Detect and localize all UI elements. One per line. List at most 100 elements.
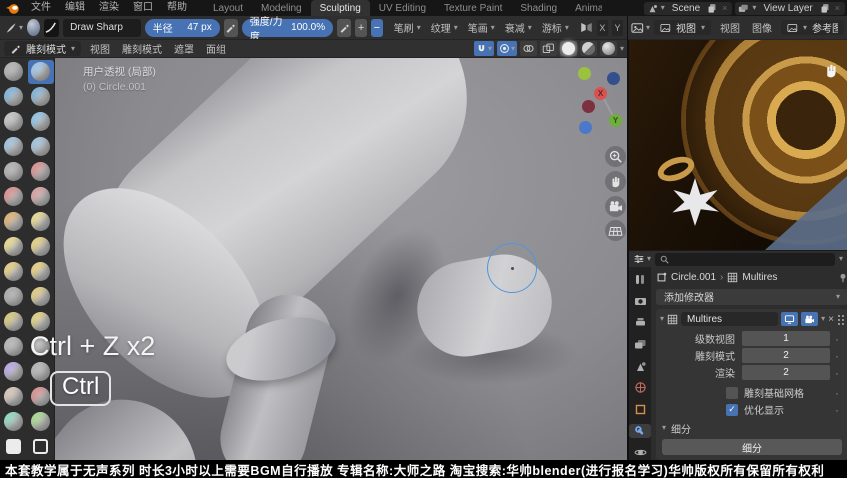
view-layer-selector[interactable]: ▾ View Layer × <box>735 2 845 15</box>
gizmo-axis-ball[interactable] <box>579 121 592 134</box>
breadcrumb-object[interactable]: Circle.001 <box>671 272 716 283</box>
brush-icon[interactable] <box>1 285 27 309</box>
tool-settings-menu[interactable]: 纹理▾ <box>426 20 463 35</box>
view-layer-name[interactable]: View Layer <box>759 3 816 14</box>
overlays-toggle[interactable] <box>520 41 537 56</box>
tool-settings-menu[interactable]: 衰减▾ <box>500 20 537 35</box>
symmetry-x-button[interactable]: X <box>597 20 608 36</box>
mode-dropdown[interactable]: 雕刻模式 ▾ <box>4 41 81 56</box>
menubar-item[interactable]: 文件 <box>24 0 58 16</box>
image-editor-menu[interactable]: 视图 <box>715 20 745 35</box>
chevron-down-icon[interactable]: ▾ <box>620 45 624 53</box>
workspace-tab[interactable]: Texture Paint <box>435 0 511 16</box>
gizmo-axis-ball[interactable] <box>578 67 591 80</box>
tool-settings-menu[interactable]: 笔刷▾ <box>389 20 426 35</box>
proportional-edit-toggle[interactable]: ▾ <box>497 41 517 56</box>
scene-selector[interactable]: ▾ Scene × <box>644 2 733 15</box>
animate-dot-icon[interactable]: · <box>830 366 844 380</box>
tool-settings-menu[interactable]: 笔画▾ <box>463 20 500 35</box>
properties-tab-render[interactable] <box>629 294 651 309</box>
brush-name-field[interactable]: Draw Sharp <box>63 19 141 37</box>
brush-preview-icon[interactable] <box>44 19 60 37</box>
workspace-tab[interactable]: UV Editing <box>370 0 435 16</box>
brush-icon[interactable] <box>1 60 27 84</box>
new-scene-icon[interactable] <box>707 3 717 13</box>
viewport-menu[interactable]: 面组 <box>201 41 231 56</box>
show-in-render-toggle[interactable] <box>801 312 818 326</box>
delete-modifier-icon[interactable]: × <box>828 314 834 325</box>
perspective-toggle-button[interactable] <box>605 220 626 241</box>
workspace-tab[interactable]: Modeling <box>252 0 311 16</box>
brush-icon[interactable] <box>28 310 54 334</box>
image-datablock[interactable]: ▾ 参考图.jpg <box>781 20 844 35</box>
brush-icon[interactable] <box>1 85 27 109</box>
brush-icon[interactable] <box>28 285 54 309</box>
viewport-menu[interactable]: 雕刻模式 <box>117 41 167 56</box>
scene-name[interactable]: Scene <box>668 3 704 14</box>
brush-icon[interactable] <box>28 110 54 134</box>
chevron-down-icon[interactable]: ▾ <box>839 255 843 263</box>
properties-search-input[interactable] <box>655 253 835 266</box>
editor-type-button[interactable]: ▾ <box>631 19 650 37</box>
brush-icon[interactable] <box>1 335 27 359</box>
animate-dot-icon[interactable]: · <box>830 332 844 346</box>
gizmo-x-axis[interactable]: X <box>594 87 607 100</box>
brush-icon[interactable] <box>28 85 54 109</box>
brush-icon[interactable] <box>1 310 27 334</box>
workspace-tab[interactable]: Sculpting <box>311 0 370 16</box>
brush-icon[interactable] <box>1 210 27 234</box>
gizmo-axis-ball[interactable] <box>607 72 620 85</box>
brush-icon[interactable] <box>1 160 27 184</box>
viewport-menu[interactable]: 视图 <box>85 41 115 56</box>
zoom-button[interactable] <box>605 146 626 167</box>
radius-pressure-icon[interactable] <box>224 19 238 37</box>
brush-icon[interactable] <box>1 135 27 159</box>
active-tool-icon[interactable]: ▾ <box>4 19 23 37</box>
brush-icon[interactable] <box>28 160 54 184</box>
brush-icon[interactable] <box>28 260 54 284</box>
modifier-name-field[interactable]: Multires <box>681 312 778 326</box>
new-view-layer-icon[interactable] <box>820 3 830 13</box>
expand-arrow-icon[interactable]: ▾ <box>660 315 664 323</box>
brush-icon[interactable] <box>28 210 54 234</box>
xray-toggle[interactable] <box>540 41 557 56</box>
viewport-3d[interactable]: 用户透视 (局部) (0) Circle.001 X Y <box>55 58 627 460</box>
modifier-extras-icon[interactable]: ▾ <box>821 315 825 323</box>
brush-icon[interactable] <box>1 435 27 459</box>
properties-tab-object[interactable] <box>629 402 651 417</box>
strength-slider[interactable]: 强度/力度 100.0% <box>242 19 333 37</box>
shading-material-button[interactable] <box>580 41 597 56</box>
workspace-tab[interactable]: Animation <box>566 0 602 16</box>
menubar-item[interactable]: 渲染 <box>92 0 126 16</box>
properties-tab-physics[interactable] <box>629 445 651 460</box>
brush-icon[interactable] <box>28 185 54 209</box>
properties-tab-scene[interactable] <box>629 359 651 374</box>
menubar-item[interactable]: 窗口 <box>126 0 160 16</box>
brush-icon[interactable] <box>1 235 27 259</box>
properties-tab-world[interactable] <box>629 380 651 395</box>
breadcrumb-modifier[interactable]: Multires <box>742 272 777 283</box>
subdivision-subpanel-header[interactable]: ▾ 细分 <box>660 421 844 435</box>
pan-hand-button[interactable] <box>605 171 626 192</box>
matcap-sphere-icon[interactable] <box>27 19 40 36</box>
camera-view-button[interactable] <box>605 196 626 217</box>
properties-tab-view-layer[interactable] <box>629 337 651 352</box>
checkbox[interactable]: ✓ <box>726 404 738 416</box>
brush-icon[interactable] <box>1 185 27 209</box>
brush-icon[interactable] <box>28 135 54 159</box>
brush-icon[interactable] <box>28 60 54 84</box>
image-editor-view[interactable] <box>628 40 847 250</box>
gizmo-axis-ball[interactable] <box>582 100 595 113</box>
unlink-scene-icon[interactable]: × <box>720 3 729 13</box>
symmetry-y-button[interactable]: Y <box>612 20 623 36</box>
subtract-brush-button[interactable]: − <box>371 19 383 37</box>
add-modifier-dropdown[interactable]: 添加修改器 ▾ <box>656 289 847 305</box>
brush-icon[interactable] <box>28 435 54 459</box>
animate-dot-icon[interactable]: · <box>830 349 844 363</box>
drag-handle-icon[interactable] <box>837 313 844 325</box>
properties-tab-tool[interactable] <box>629 272 651 287</box>
animate-dot-icon[interactable]: · <box>830 403 844 417</box>
viewport-menu[interactable]: 遮罩 <box>169 41 199 56</box>
properties-tab-output[interactable] <box>629 315 651 330</box>
brush-icon[interactable] <box>1 110 27 134</box>
